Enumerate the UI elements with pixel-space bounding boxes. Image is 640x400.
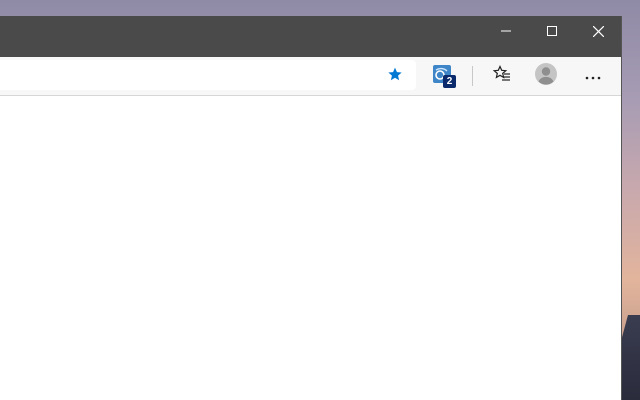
minimize-button[interactable]	[483, 16, 529, 46]
address-bar[interactable]	[0, 60, 416, 90]
profile-button[interactable]	[530, 60, 562, 92]
toolbar-divider	[472, 66, 473, 86]
close-icon	[592, 25, 604, 37]
browser-toolbar: 2	[0, 57, 621, 96]
title-bar	[0, 16, 621, 57]
maximize-button[interactable]	[529, 16, 575, 46]
extension-badge: 2	[443, 75, 456, 88]
more-options-button[interactable]	[577, 60, 609, 92]
close-button[interactable]	[575, 16, 621, 46]
favorite-star-button[interactable]	[384, 65, 406, 87]
wallpaper-rock	[620, 315, 640, 400]
favorites-button[interactable]	[486, 60, 518, 92]
more-options-icon	[585, 67, 601, 85]
minimize-icon	[501, 26, 511, 36]
star-icon	[387, 66, 403, 87]
maximize-icon	[547, 26, 557, 36]
favorites-list-icon	[492, 64, 511, 88]
browser-window: 2	[0, 16, 622, 400]
profile-avatar-icon	[534, 62, 558, 91]
extension-icon: 2	[433, 65, 456, 88]
page-content	[0, 96, 621, 400]
extension-button[interactable]: 2	[428, 60, 460, 92]
